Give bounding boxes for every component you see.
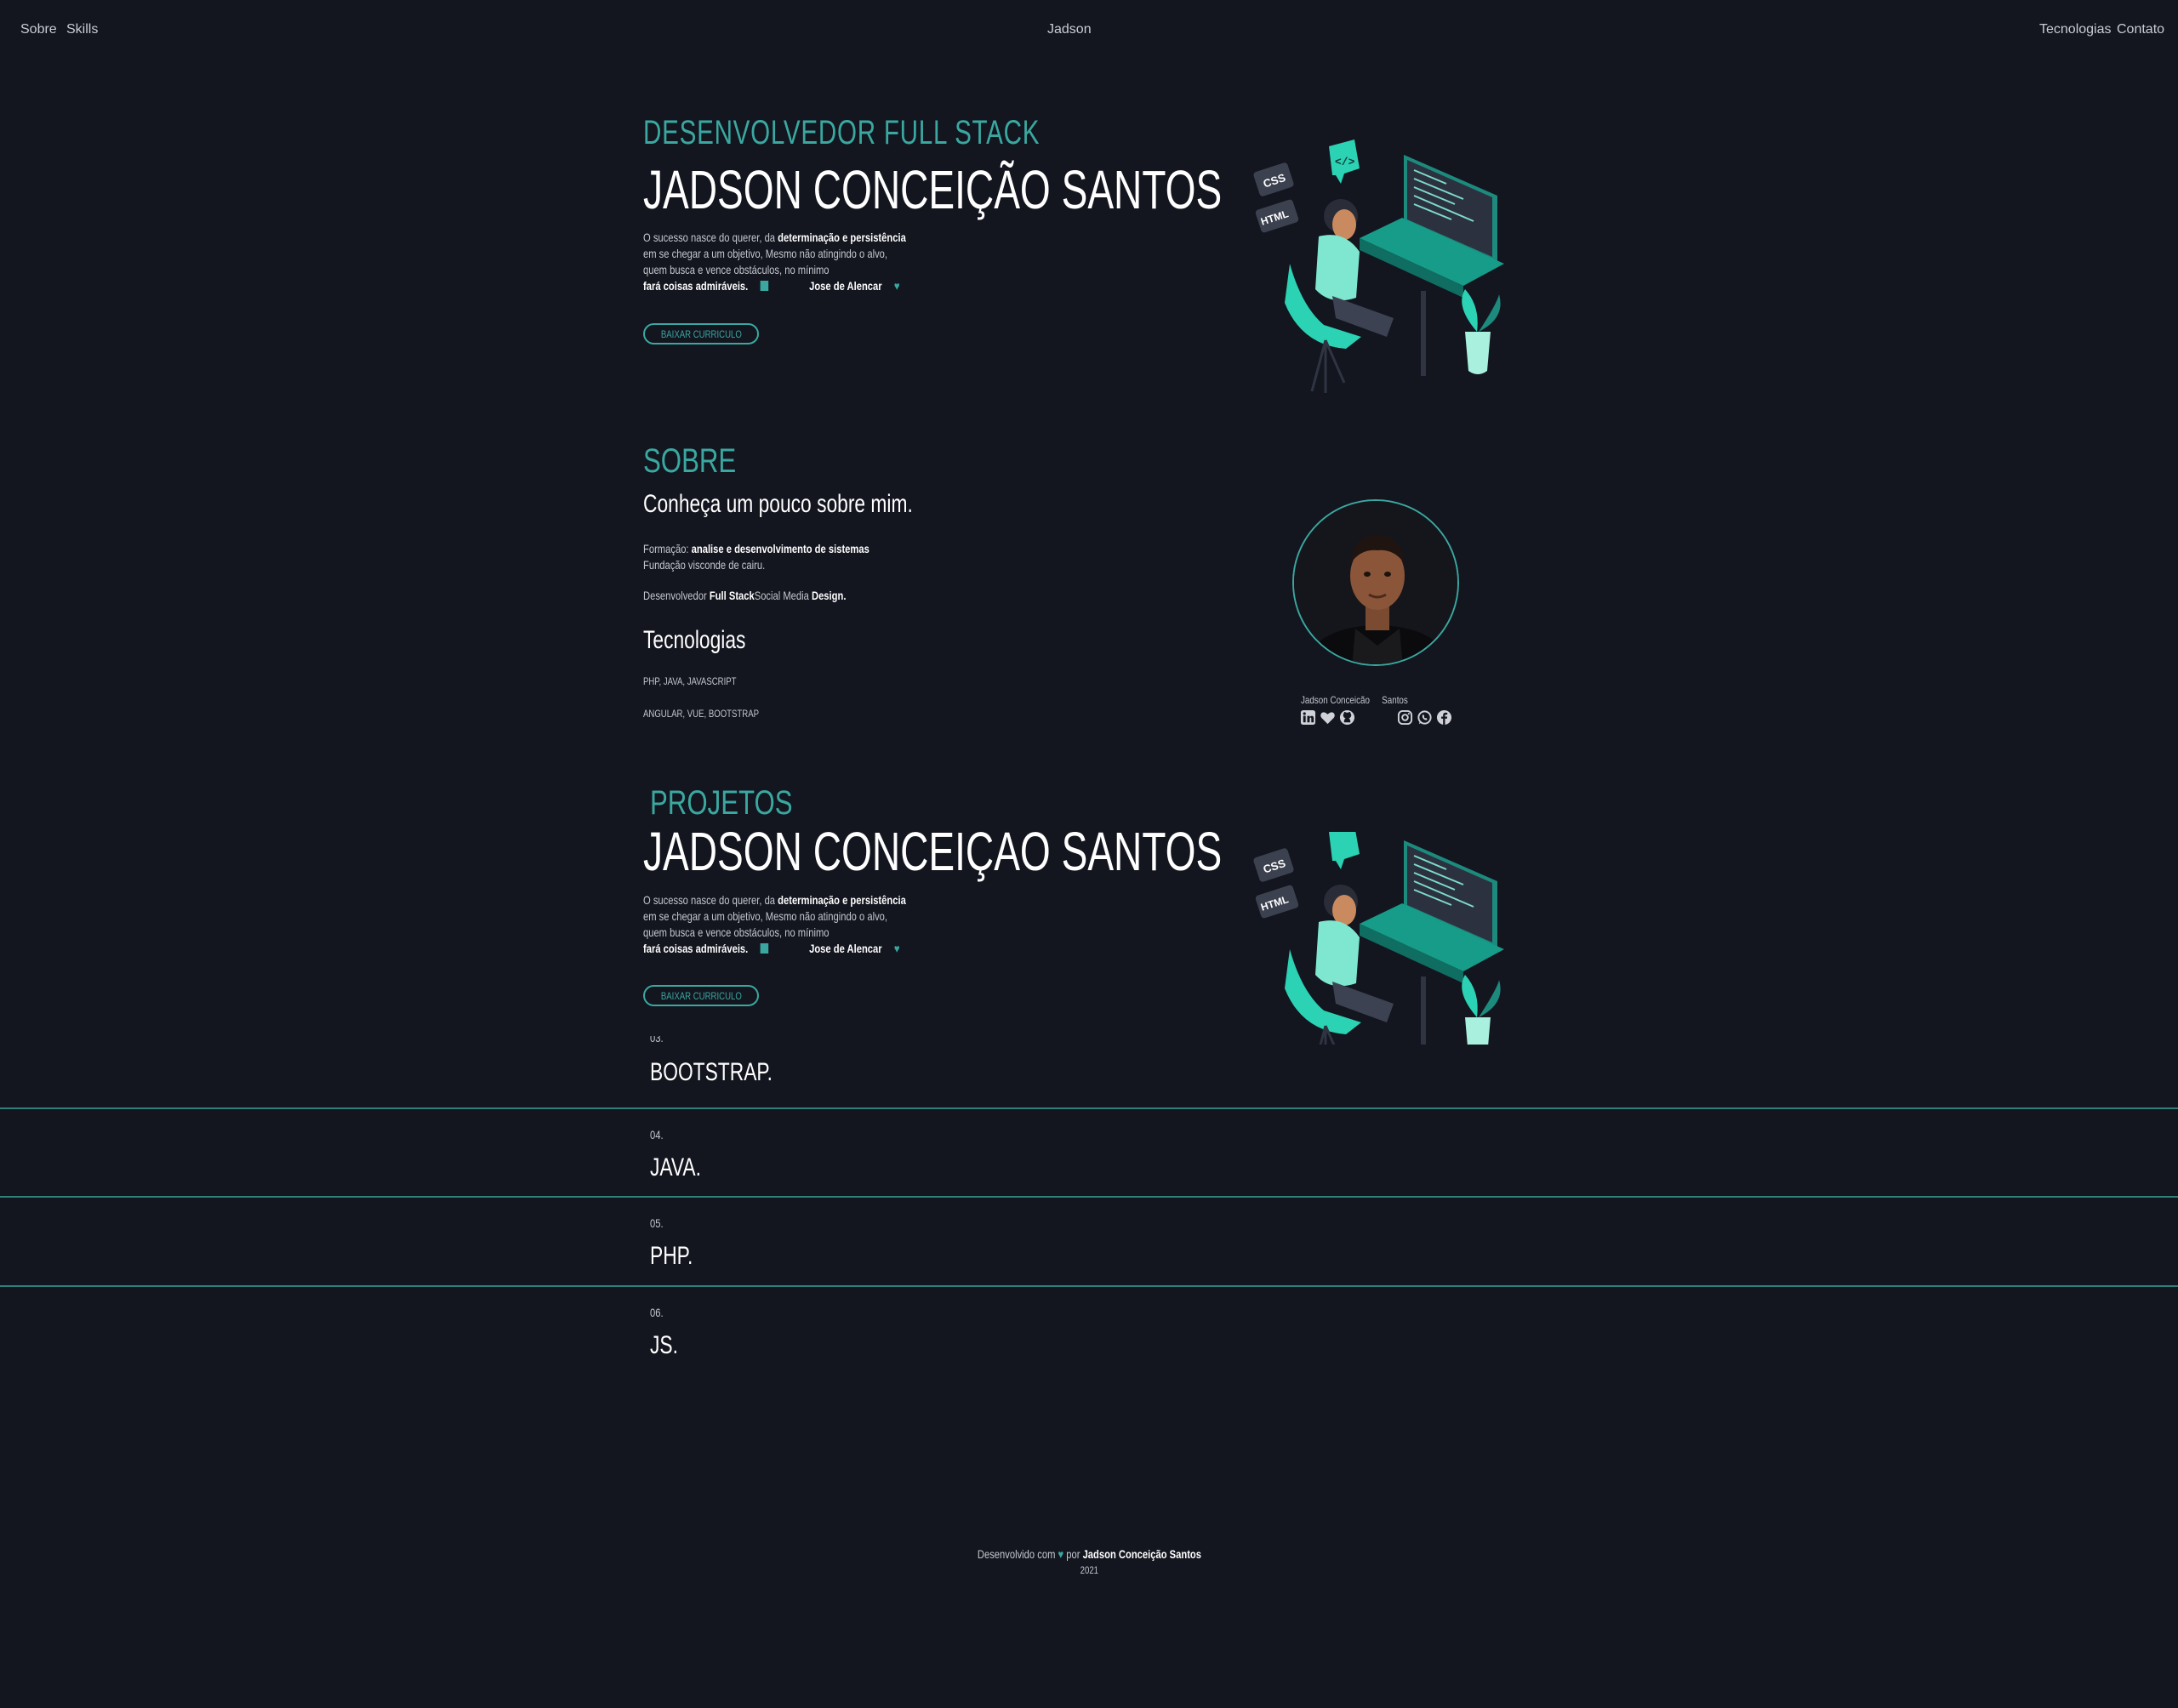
education-value: analise e desenvolvimento de sistemas xyxy=(691,542,869,555)
tech-list-2: ANGULAR, VUE, BOOTSTRAP xyxy=(643,708,760,720)
quote-text: quem busca e vence obstáculos, no mínimo xyxy=(643,925,830,939)
nav-link-tecnologias[interactable]: Tecnologias xyxy=(2039,22,2112,37)
quote-text: em se chegar a um objetivo, Mesmo não at… xyxy=(643,909,888,923)
social-links-left xyxy=(1300,709,1355,726)
avatar xyxy=(1292,499,1459,666)
projects-title: PROJETOS xyxy=(650,784,793,822)
role-emphasis: Full Stack xyxy=(709,589,755,602)
about-subtitle: Conheça um pouco sobre mim. xyxy=(643,490,913,518)
skill-name: PHP. xyxy=(650,1242,693,1270)
skill-number: 03. xyxy=(650,1036,664,1045)
role-text: Desenvolvedor xyxy=(643,589,710,602)
edit-icon xyxy=(760,281,769,291)
tech-title: Tecnologias xyxy=(643,626,746,654)
skill-item: 06. JS. xyxy=(0,1287,2178,1374)
footer-text: por xyxy=(1063,1547,1083,1561)
hero-quote: O sucesso nasce do querer, da determinaç… xyxy=(643,230,972,294)
projects-quote: O sucesso nasce do querer, da determinaç… xyxy=(643,892,972,957)
quote-text: quem busca e vence obstáculos, no mínimo xyxy=(643,263,830,276)
download-cv-button-2[interactable]: BAIXAR CURRICULO xyxy=(643,985,759,1006)
skill-name: BOOTSTRAP. xyxy=(650,1058,773,1086)
instagram-icon[interactable] xyxy=(1397,709,1413,726)
skill-item: 04. JAVA. xyxy=(0,1109,2178,1196)
profile-name: Jadson Conceicão Santos xyxy=(1301,694,1431,706)
top-nav: Sobre Skills Jadson Tecnologias Contato xyxy=(0,0,2178,60)
quote-text: em se chegar a um objetivo, Mesmo não at… xyxy=(643,247,888,260)
education-label: Formação: xyxy=(643,542,692,555)
footer-author: Jadson Conceição Santos xyxy=(1082,1547,1201,1561)
nav-link-contato[interactable]: Contato xyxy=(2117,22,2164,37)
github-icon[interactable] xyxy=(1339,709,1355,726)
quote-author: Jose de Alencar xyxy=(809,279,882,293)
quote-text: O sucesso nasce do querer, da xyxy=(643,231,778,244)
developer-illustration-2: CSS HTML xyxy=(1251,832,1506,1045)
footer: Desenvolvido com ♥ por Jadson Conceição … xyxy=(0,1546,2178,1579)
svg-text:</>: </> xyxy=(1335,156,1355,168)
download-cv-button[interactable]: BAIXAR CURRICULO xyxy=(643,323,759,344)
heart-icon[interactable] xyxy=(1320,709,1336,726)
quote-text: O sucesso nasce do querer, da xyxy=(643,893,778,907)
quote-author: Jose de Alencar xyxy=(809,942,882,955)
linkedin-icon[interactable] xyxy=(1300,709,1316,726)
footer-year: 2021 xyxy=(1080,1564,1098,1576)
profile-first-name: Jadson Conceicão xyxy=(1301,694,1370,706)
about-roles: Desenvolvedor Full StackSocial Media Des… xyxy=(643,589,897,602)
nav-brand[interactable]: Jadson xyxy=(1047,22,1092,37)
developer-illustration: CSS HTML </> xyxy=(1253,139,1504,393)
tech-list-1: PHP, JAVA, JAVASCRIPT xyxy=(643,675,737,687)
quote-text: fará coisas admiráveis. xyxy=(643,279,749,293)
skill-number: 04. xyxy=(650,1128,664,1142)
skill-name: JS. xyxy=(650,1331,678,1359)
profile-last-name: Santos xyxy=(1382,694,1408,706)
skill-item: 05. PHP. xyxy=(0,1198,2178,1284)
skill-number: 06. xyxy=(650,1306,664,1319)
about-education: Formação: analise e desenvolvimento de s… xyxy=(643,541,926,573)
role-emphasis: Design. xyxy=(811,589,847,602)
nav-link-skills[interactable]: Skills xyxy=(66,22,98,37)
quote-text: fará coisas admiráveis. xyxy=(643,942,749,955)
skill-item: 03. BOOTSTRAP. xyxy=(0,1036,2178,1107)
heart-icon: ♥ xyxy=(893,279,900,293)
skill-name: JAVA. xyxy=(650,1153,701,1181)
nav-link-sobre[interactable]: Sobre xyxy=(20,22,57,37)
edit-icon xyxy=(760,943,769,954)
education-institution: Fundação visconde de cairu. xyxy=(643,558,766,572)
heart-icon: ♥ xyxy=(893,942,900,955)
quote-emphasis: determinação e persistência xyxy=(778,231,906,244)
about-title: SOBRE xyxy=(643,442,737,480)
skill-number: 05. xyxy=(650,1216,664,1230)
heart-icon: ♥ xyxy=(1058,1547,1063,1561)
footer-text: Desenvolvido com xyxy=(977,1547,1058,1561)
quote-emphasis: determinação e persistência xyxy=(778,893,906,907)
social-links-right xyxy=(1397,709,1452,726)
whatsapp-icon[interactable] xyxy=(1417,709,1433,726)
role-text: Social Media xyxy=(754,589,812,602)
facebook-icon[interactable] xyxy=(1436,709,1452,726)
hero-role: DESENVOLVEDOR FULL STACK xyxy=(643,114,1041,151)
